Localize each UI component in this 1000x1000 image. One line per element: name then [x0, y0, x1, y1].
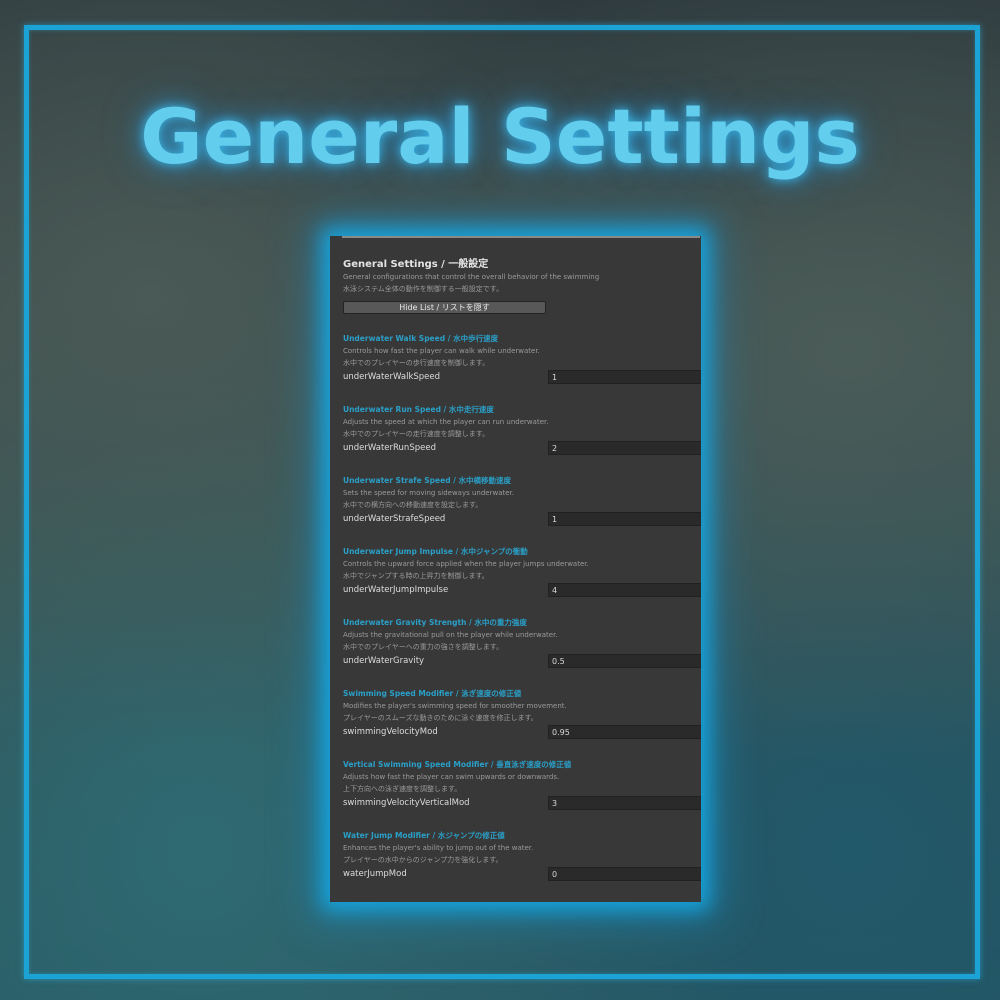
- section-description-en: Enhances the player's ability to jump ou…: [343, 844, 534, 852]
- property-row: underWaterJumpImpulse: [343, 583, 701, 597]
- section-description-en: Sets the speed for moving sideways under…: [343, 489, 514, 497]
- section-title: Underwater Walk Speed / 水中歩行速度: [343, 334, 499, 343]
- section-underwater-strafe-speed: Underwater Strafe Speed / 水中横移動速度 Sets t…: [343, 474, 701, 526]
- property-row: waterJumpMod: [343, 867, 701, 881]
- property-row: underWaterWalkSpeed: [343, 370, 701, 384]
- property-label: underWaterWalkSpeed: [343, 372, 441, 382]
- under-water-walk-speed-input[interactable]: [548, 370, 701, 384]
- section-description-ja: 上下方向への泳ぎ速度を調整します。: [343, 785, 462, 793]
- section-title: Underwater Run Speed / 水中走行速度: [343, 405, 494, 414]
- section-title: Underwater Strafe Speed / 水中横移動速度: [343, 476, 512, 485]
- under-water-gravity-input[interactable]: [548, 654, 701, 668]
- inspector-panel: General Settings / 一般設定 General configur…: [330, 236, 701, 902]
- under-water-strafe-speed-input[interactable]: [548, 512, 701, 526]
- section-description-en: Controls how fast the player can walk wh…: [343, 347, 540, 355]
- swimming-velocity-mod-input[interactable]: [548, 725, 701, 739]
- section-description-en: Adjusts the speed at which the player ca…: [343, 418, 549, 426]
- property-label: swimmingVelocityVerticalMod: [343, 798, 470, 808]
- property-row: swimmingVelocityMod: [343, 725, 701, 739]
- hero-title: General Settings: [140, 92, 860, 181]
- section-description-en: Modifies the player's swimming speed for…: [343, 702, 567, 710]
- section-title: Water Jump Modifier / 水ジャンプの修正値: [343, 831, 505, 840]
- section-underwater-walk-speed: Underwater Walk Speed / 水中歩行速度 Controls …: [343, 332, 701, 384]
- property-row: underWaterStrafeSpeed: [343, 512, 701, 526]
- section-swimming-speed-modifier: Swimming Speed Modifier / 泳ぎ速度の修正値 Modif…: [343, 687, 701, 739]
- section-description-ja: 水中でジャンプする時の上昇力を制御します。: [343, 572, 489, 580]
- section-description-ja: 水中での横方向への移動速度を設定します。: [343, 501, 483, 509]
- section-title: Underwater Gravity Strength / 水中の重力強度: [343, 618, 527, 627]
- section-description-ja: プレイヤーのスムーズな動きのために泳ぐ速度を修正します。: [343, 714, 538, 722]
- under-water-run-speed-input[interactable]: [548, 441, 701, 455]
- section-water-jump-modifier: Water Jump Modifier / 水ジャンプの修正値 Enhances…: [343, 829, 701, 881]
- section-description-ja: 水中でのプレイヤーの歩行速度を制御します。: [343, 359, 490, 367]
- property-row: swimmingVelocityVerticalMod: [343, 796, 701, 810]
- panel-content: General Settings / 一般設定 General configur…: [343, 258, 701, 881]
- section-title: Swimming Speed Modifier / 泳ぎ速度の修正値: [343, 689, 522, 698]
- under-water-jump-impulse-input[interactable]: [548, 583, 701, 597]
- section-description-en: Adjusts the gravitational pull on the pl…: [343, 631, 558, 639]
- section-description-en: Controls the upward force applied when t…: [343, 560, 589, 568]
- hide-list-button[interactable]: Hide List / リストを隠す: [343, 301, 546, 314]
- section-description-ja: プレイヤーの水中からのジャンプ力を強化します。: [343, 856, 503, 864]
- panel-description-ja: 水泳システム全体の動作を制御する一般設定です。: [343, 285, 504, 293]
- section-title: Vertical Swimming Speed Modifier / 垂直泳ぎ速…: [343, 760, 572, 769]
- property-label: swimmingVelocityMod: [343, 727, 438, 737]
- property-row: underWaterRunSpeed: [343, 441, 701, 455]
- property-label: underWaterJumpImpulse: [343, 585, 449, 595]
- panel-heading: General Settings / 一般設定: [343, 259, 489, 270]
- section-underwater-gravity-strength: Underwater Gravity Strength / 水中の重力強度 Ad…: [343, 616, 701, 668]
- swimming-velocity-vertical-mod-input[interactable]: [548, 796, 701, 810]
- property-label: waterJumpMod: [343, 869, 407, 879]
- section-vertical-swimming-speed-modifier: Vertical Swimming Speed Modifier / 垂直泳ぎ速…: [343, 758, 701, 810]
- property-label: underWaterRunSpeed: [343, 443, 436, 453]
- section-title: Underwater Jump Impulse / 水中ジャンプの衝動: [343, 547, 528, 556]
- property-label: underWaterStrafeSpeed: [343, 514, 446, 524]
- section-description-ja: 水中でのプレイヤーへの重力の強さを調整します。: [343, 643, 504, 651]
- section-description-ja: 水中でのプレイヤーの走行速度を調整します。: [343, 430, 490, 438]
- panel-divider: [342, 236, 700, 238]
- section-underwater-run-speed: Underwater Run Speed / 水中走行速度 Adjusts th…: [343, 403, 701, 455]
- panel-description-en: General configurations that control the …: [343, 273, 600, 281]
- water-jump-mod-input[interactable]: [548, 867, 701, 881]
- property-row: underWaterGravity: [343, 654, 701, 668]
- property-label: underWaterGravity: [343, 656, 425, 666]
- section-underwater-jump-impulse: Underwater Jump Impulse / 水中ジャンプの衝動 Cont…: [343, 545, 701, 597]
- section-description-en: Adjusts how fast the player can swim upw…: [343, 773, 560, 781]
